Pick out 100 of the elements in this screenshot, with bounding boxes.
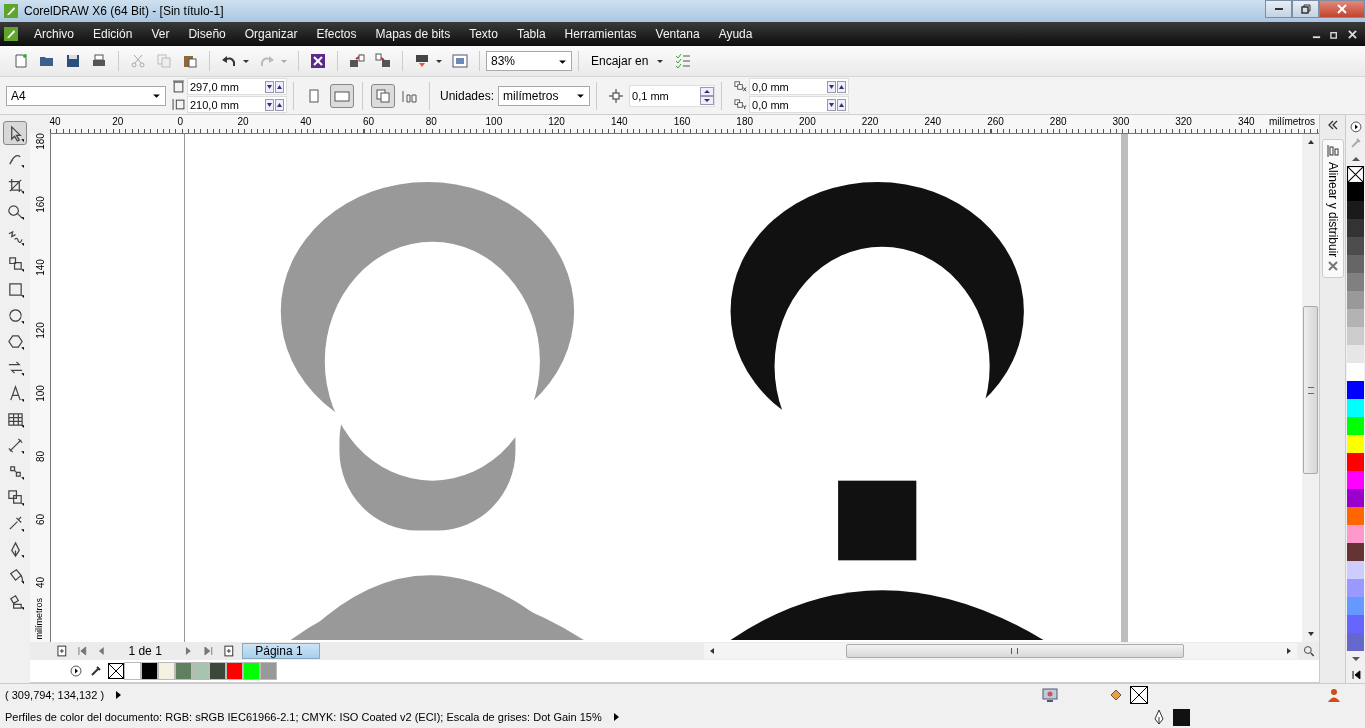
play-icon[interactable] <box>1349 121 1362 133</box>
color-swatch[interactable] <box>1347 237 1364 256</box>
caret-icon[interactable] <box>242 57 250 65</box>
landscape-button[interactable] <box>330 83 354 108</box>
color-swatch[interactable] <box>243 662 260 680</box>
color-swatch[interactable] <box>1347 183 1364 202</box>
minimize-button[interactable] <box>1265 0 1292 18</box>
spin-arrows-icon[interactable] <box>265 98 285 111</box>
menu-item[interactable]: Diseño <box>188 27 226 41</box>
publish-icon[interactable] <box>414 53 430 69</box>
menu-item[interactable]: Herramientas <box>564 27 637 41</box>
page-size-dropdown[interactable]: A4 <box>6 85 166 106</box>
page-tab[interactable]: Página 1 <box>242 643 320 659</box>
color-swatch[interactable] <box>1347 201 1364 220</box>
units-dropdown[interactable]: milímetros <box>498 85 591 106</box>
menu-item[interactable]: Organizar <box>244 27 298 41</box>
color-swatch[interactable] <box>175 662 192 680</box>
color-swatch[interactable] <box>1347 435 1364 454</box>
horizontal-scrollbar[interactable] <box>703 643 1298 659</box>
duplicate-y-field[interactable]: 0,0 mm <box>749 96 850 113</box>
color-swatch[interactable] <box>1347 561 1364 580</box>
width-field[interactable]: 297,0 mm <box>187 78 287 95</box>
menu-item[interactable]: Archivo <box>34 27 74 41</box>
color-swatch[interactable] <box>1347 615 1364 634</box>
color-swatch[interactable] <box>1347 345 1364 364</box>
color-swatch[interactable] <box>1347 381 1364 400</box>
spin-arrows-icon[interactable] <box>700 86 715 105</box>
color-swatch[interactable] <box>1347 399 1364 418</box>
color-swatch[interactable] <box>1347 309 1364 328</box>
no-color-swatch[interactable] <box>1347 166 1364 184</box>
user-icon[interactable] <box>1326 687 1343 703</box>
menu-item[interactable]: Ayuda <box>718 27 753 41</box>
color-swatch[interactable] <box>1347 543 1364 562</box>
menu-item[interactable]: Efectos <box>316 27 357 41</box>
add-page-icon[interactable] <box>222 645 235 657</box>
color-swatch[interactable] <box>209 662 226 680</box>
import-icon[interactable] <box>310 53 326 69</box>
color-swatch[interactable] <box>192 662 209 680</box>
expand-icon[interactable] <box>1326 119 1339 131</box>
menu-item[interactable]: Tabla <box>516 27 546 41</box>
color-swatch[interactable] <box>1347 453 1364 472</box>
color-swatch[interactable] <box>158 662 175 680</box>
color-swatch[interactable] <box>1347 597 1364 616</box>
save-icon[interactable] <box>65 53 81 69</box>
color-swatch[interactable] <box>1347 291 1364 310</box>
color-swatch[interactable] <box>1347 633 1364 652</box>
color-swatch[interactable] <box>1347 417 1364 436</box>
tool-button[interactable] <box>3 121 27 145</box>
color-swatch[interactable] <box>1347 363 1364 382</box>
color-swatch[interactable] <box>1347 471 1364 490</box>
color-swatch[interactable] <box>124 662 141 680</box>
spin-arrows-icon[interactable] <box>265 80 285 93</box>
height-field[interactable]: 210,0 mm <box>187 96 287 113</box>
first-icon[interactable] <box>1349 669 1362 681</box>
new-document-icon[interactable] <box>13 53 29 69</box>
checklist-icon[interactable] <box>675 53 692 69</box>
undo-icon[interactable] <box>221 53 237 69</box>
eyedropper-icon[interactable] <box>90 665 102 677</box>
zoom-icon[interactable] <box>1303 645 1316 657</box>
clipboard-icon[interactable] <box>182 53 198 69</box>
nudge-field[interactable]: 0,1 mm <box>629 84 716 107</box>
menu-item[interactable]: Ventana <box>655 27 700 41</box>
color-swatch[interactable] <box>1347 273 1364 292</box>
spin-arrows-icon[interactable] <box>827 80 848 93</box>
add-page-icon[interactable] <box>56 645 68 657</box>
zoom-dropdown[interactable]: 83% <box>486 51 572 71</box>
spin-arrows-icon[interactable] <box>827 98 848 111</box>
menu-item[interactable]: Texto <box>469 27 498 41</box>
color-swatch[interactable] <box>1347 255 1364 274</box>
docker-tab[interactable]: Alinear y distribuir <box>1321 139 1344 279</box>
color-swatch[interactable] <box>1347 525 1364 544</box>
expand-arrow-icon[interactable] <box>611 712 620 722</box>
color-swatch[interactable] <box>1347 579 1364 598</box>
color-swatch[interactable] <box>141 662 158 680</box>
scroll-up-icon[interactable] <box>1306 138 1315 146</box>
caret-icon[interactable] <box>435 57 443 65</box>
no-color-swatch[interactable] <box>108 663 124 679</box>
expand-arrow-icon[interactable] <box>114 690 123 700</box>
color-swatch[interactable] <box>260 662 277 680</box>
last-page-icon[interactable] <box>202 645 215 657</box>
scroll-down-icon[interactable] <box>1306 630 1315 638</box>
color-swatch[interactable] <box>226 662 243 680</box>
menu-item[interactable]: Edición <box>93 27 133 41</box>
play-icon[interactable] <box>70 665 82 677</box>
menu-item[interactable]: Ver <box>151 27 170 41</box>
color-swatch[interactable] <box>1347 219 1364 238</box>
restore-button[interactable] <box>1292 0 1319 18</box>
color-swatch[interactable] <box>1347 327 1364 346</box>
all-pages-button[interactable] <box>371 83 395 108</box>
menu-item[interactable]: Mapas de bits <box>375 27 451 41</box>
printer-icon[interactable] <box>91 53 107 69</box>
close-button[interactable] <box>1319 0 1365 18</box>
color-swatch[interactable] <box>1347 507 1364 526</box>
export-arrow-icon[interactable] <box>375 53 391 69</box>
first-page-icon[interactable] <box>75 645 88 657</box>
restore-icon[interactable] <box>1330 29 1339 39</box>
import-arrow-icon[interactable] <box>349 53 365 69</box>
snap-dropdown[interactable]: Encajar en <box>585 54 671 68</box>
duplicate-x-field[interactable]: 0,0 mm <box>749 78 850 95</box>
color-swatch[interactable] <box>1347 489 1364 508</box>
